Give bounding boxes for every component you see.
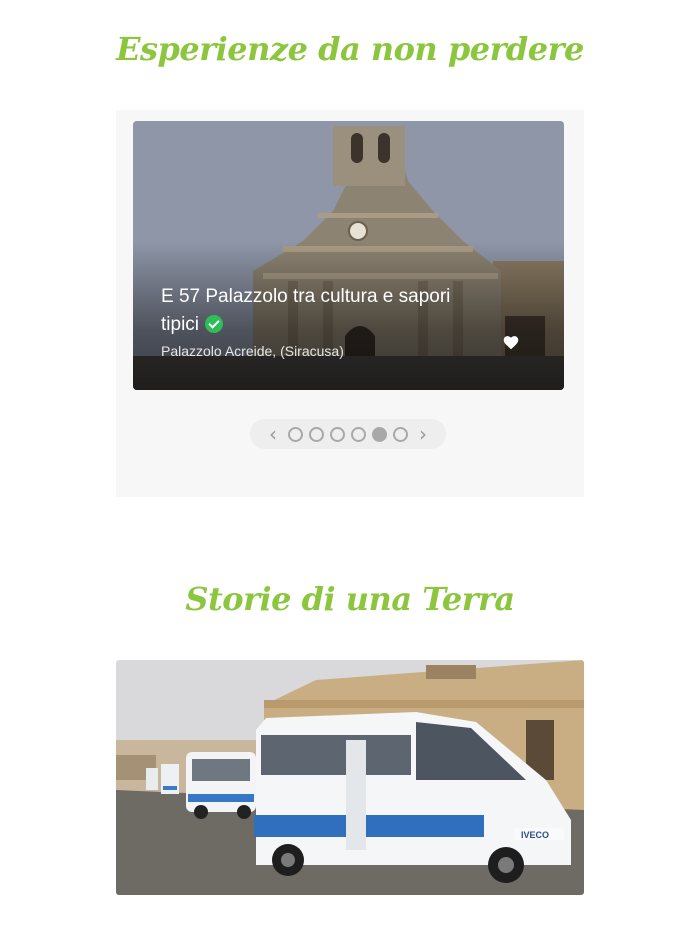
card-location: Palazzolo Acreide, (Siracusa) [161,343,344,359]
pager-dot-active[interactable] [372,426,387,442]
pager-dot[interactable] [330,426,345,442]
card-title-text[interactable]: E 57 Palazzolo tra cultura e sapori tipi… [161,286,450,335]
minibus-photo: IVECO [116,660,584,895]
chevron-right-icon[interactable]: › [414,424,432,444]
chevron-left-icon[interactable]: ‹ [264,424,282,444]
heart-icon [503,336,519,350]
experience-card[interactable]: E 57 Palazzolo tra cultura e sapori tipi… [133,121,564,390]
pager-dot[interactable] [288,426,303,442]
favorite-button[interactable] [495,326,527,358]
experiences-carousel: E 57 Palazzolo tra cultura e sapori tipi… [116,110,584,497]
pager-dot[interactable] [393,426,408,442]
card-title[interactable]: E 57 Palazzolo tra cultura e sapori tipi… [161,283,461,339]
check-circle-icon [205,315,224,333]
bus-logo: IVECO [521,830,549,840]
pager-dot[interactable] [309,426,324,442]
carousel-pager: ‹ › [250,419,446,449]
story-image[interactable]: IVECO [116,660,584,895]
section-title-experiences: Esperienze da non perdere [116,30,584,68]
section-title-stories: Storie di una Terra [185,580,515,618]
pager-dot[interactable] [351,426,366,442]
